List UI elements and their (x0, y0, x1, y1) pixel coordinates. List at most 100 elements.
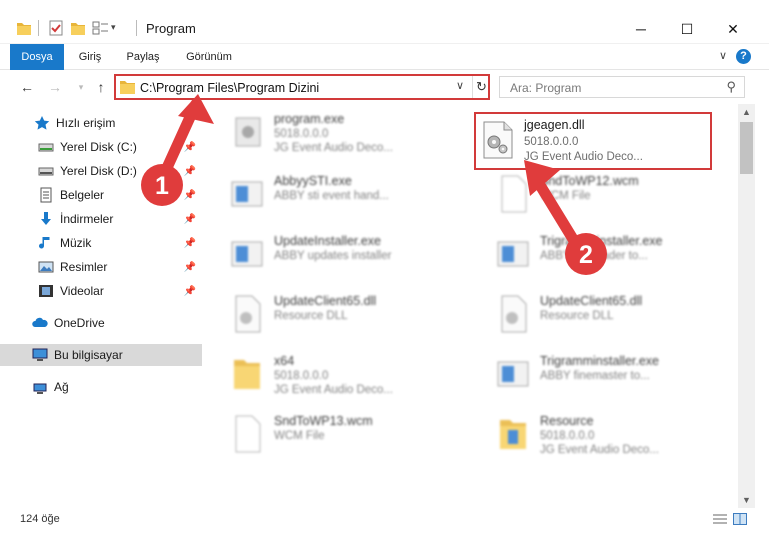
sidebar-item-downloads[interactable]: İndirmeler 📌 (0, 208, 202, 230)
file-name: UpdateClient65.dll (274, 294, 377, 308)
up-arrow-icon[interactable]: ↑ (92, 78, 110, 96)
file-detail: WCM File (274, 430, 325, 442)
status-bar: 124 öğe (0, 508, 769, 539)
file-detail: 5018.0.0.0 (524, 136, 579, 148)
file-name: SndToWP12.wcm (540, 174, 639, 188)
help-button[interactable]: ? (736, 49, 751, 64)
file-name: x64 (274, 354, 295, 368)
new-folder-icon[interactable] (70, 20, 86, 40)
star-icon (34, 116, 50, 130)
file-item[interactable]: UpdateInstaller.exe ABBY updates install… (208, 226, 448, 284)
search-input[interactable]: Ara: Program ⚲ (499, 76, 745, 98)
sidebar-item-videos[interactable]: Videolar 📌 (0, 280, 202, 302)
minimize-button[interactable]: ─ (618, 14, 664, 44)
file-item[interactable]: program.exe 5018.0.0.0 JG Event Audio De… (208, 104, 448, 162)
view-options-icon[interactable] (92, 20, 110, 40)
pin-icon[interactable]: 📌 (184, 190, 196, 201)
tab-file[interactable]: Dosya (10, 44, 64, 70)
file-item[interactable]: SndToWP13.wcm WCM File (208, 406, 448, 464)
file-detail: ABBY updates installer (274, 250, 392, 262)
pin-icon[interactable]: 📌 (184, 262, 196, 273)
pin-icon[interactable]: 📌 (184, 286, 196, 297)
view-switcher (713, 513, 747, 525)
file-item-jgeagen[interactable]: jgeagen.dll 5018.0.0.0 JG Event Audio De… (474, 112, 712, 170)
file-detail: JG Event Audio Deco... (274, 142, 393, 154)
file-detail: ABBY sti event hand... (274, 190, 389, 202)
file-item[interactable]: Resource 5018.0.0.0 JG Event Audio Deco.… (474, 406, 714, 464)
refresh-icon[interactable]: ↻ (472, 76, 490, 98)
sidebar-item-local-disk-d[interactable]: Yerel Disk (D:) 📌 (0, 160, 202, 182)
sidebar-item-label: İndirmeler (60, 212, 114, 226)
network-icon (33, 383, 47, 394)
title-bar: ▾ Program ─ ☐ ✕ (0, 0, 769, 44)
tiles-view-icon[interactable] (733, 513, 747, 525)
pin-icon[interactable]: 📌 (184, 142, 196, 153)
file-detail: JG Event Audio Deco... (540, 444, 659, 456)
vertical-scrollbar[interactable]: ▲ ▼ (738, 104, 755, 508)
sidebar-item-this-pc[interactable]: Bu bilgisayar (0, 344, 202, 366)
folder-icon[interactable] (16, 20, 32, 40)
sidebar-item-label: Ağ (54, 380, 69, 394)
sidebar-item-pictures[interactable]: Resimler 📌 (0, 256, 202, 278)
file-detail: WCM File (540, 190, 591, 202)
recent-locations-icon[interactable]: ▾ (72, 78, 90, 96)
sidebar-item-quick-access[interactable]: Hızlı erişim (0, 112, 202, 134)
tab-view[interactable]: Görünüm (178, 44, 240, 70)
file-name: Resource (540, 414, 594, 428)
file-name: UpdateClient65.dll (540, 294, 643, 308)
dll-gear-icon (483, 121, 513, 159)
computer-icon (32, 348, 48, 361)
navigation-pane: Hızlı erişim Yerel Disk (C:) 📌 Yerel Dis… (0, 104, 202, 508)
ribbon-tabs: Dosya Giriş Paylaş Görünüm ∨ ? (0, 44, 769, 70)
navigation-bar: ← → ▾ ↑ C:\Program Files\Program Dizini … (0, 70, 769, 104)
sidebar-item-label: Videolar (60, 284, 104, 298)
file-detail: 5018.0.0.0 (540, 430, 595, 442)
sidebar-item-music[interactable]: Müzik 📌 (0, 232, 202, 254)
pin-icon[interactable]: 📌 (184, 166, 196, 177)
sidebar-item-network[interactable]: Ağ (0, 376, 202, 398)
pin-icon[interactable]: 📌 (184, 214, 196, 225)
properties-icon[interactable] (48, 20, 64, 40)
sidebar-item-local-disk-c[interactable]: Yerel Disk (C:) 📌 (0, 136, 202, 158)
maximize-button[interactable]: ☐ (664, 14, 710, 44)
drive-icon (38, 143, 54, 152)
file-detail: Resource DLL (274, 310, 348, 322)
tab-home[interactable]: Giriş (70, 44, 110, 70)
item-count: 124 öğe (20, 513, 60, 525)
file-name: Trigramminstaller.exe (540, 354, 660, 368)
details-view-icon[interactable] (713, 513, 727, 525)
expand-ribbon-icon[interactable]: ∨ (719, 49, 727, 62)
file-detail: 5018.0.0.0 (274, 370, 329, 382)
sidebar-item-documents[interactable]: Belgeler 📌 (0, 184, 202, 206)
back-arrow-icon[interactable]: ← (18, 78, 36, 96)
sidebar-item-label: Yerel Disk (C:) (60, 140, 137, 154)
address-path[interactable]: C:\Program Files\Program Dizini (140, 81, 319, 95)
file-item[interactable]: x64 5018.0.0.0 JG Event Audio Deco... (208, 346, 448, 404)
file-item[interactable]: UpdateClient65.dll Resource DLL (208, 286, 448, 344)
address-dropdown-icon[interactable]: ∨ (456, 79, 464, 92)
scrollbar-thumb[interactable] (740, 122, 753, 174)
pin-icon[interactable]: 📌 (184, 238, 196, 249)
quick-access-dropdown-icon[interactable]: ▾ (111, 22, 116, 33)
file-item[interactable]: Trigramm installer.exe ABBY finereader t… (474, 226, 714, 284)
drive-icon (38, 167, 54, 176)
file-item[interactable]: Trigramminstaller.exe ABBY finemaster to… (474, 346, 714, 404)
tab-share[interactable]: Paylaş (120, 44, 166, 70)
sidebar-item-onedrive[interactable]: OneDrive (0, 312, 202, 334)
file-item[interactable]: UpdateClient65.dll Resource DLL (474, 286, 714, 344)
file-item[interactable]: SndToWP12.wcm WCM File (474, 166, 714, 224)
scroll-up-icon[interactable]: ▲ (738, 104, 755, 120)
close-button[interactable]: ✕ (710, 14, 756, 44)
sidebar-item-label: Bu bilgisayar (54, 348, 123, 362)
forward-arrow-icon[interactable]: → (46, 78, 64, 96)
file-name: Trigramm installer.exe (540, 234, 663, 248)
folder-icon (120, 81, 135, 94)
file-detail: ABBY finereader to... (540, 250, 648, 262)
scroll-down-icon[interactable]: ▼ (738, 492, 755, 508)
file-detail: JG Event Audio Deco... (274, 384, 393, 396)
pictures-icon (38, 261, 54, 273)
file-item[interactable]: AbbyySTI.exe ABBY sti event hand... (208, 166, 448, 224)
search-icon[interactable]: ⚲ (726, 79, 736, 95)
search-placeholder: Ara: Program (510, 81, 582, 95)
address-bar[interactable]: C:\Program Files\Program Dizini ∨ ↻ (114, 74, 490, 100)
